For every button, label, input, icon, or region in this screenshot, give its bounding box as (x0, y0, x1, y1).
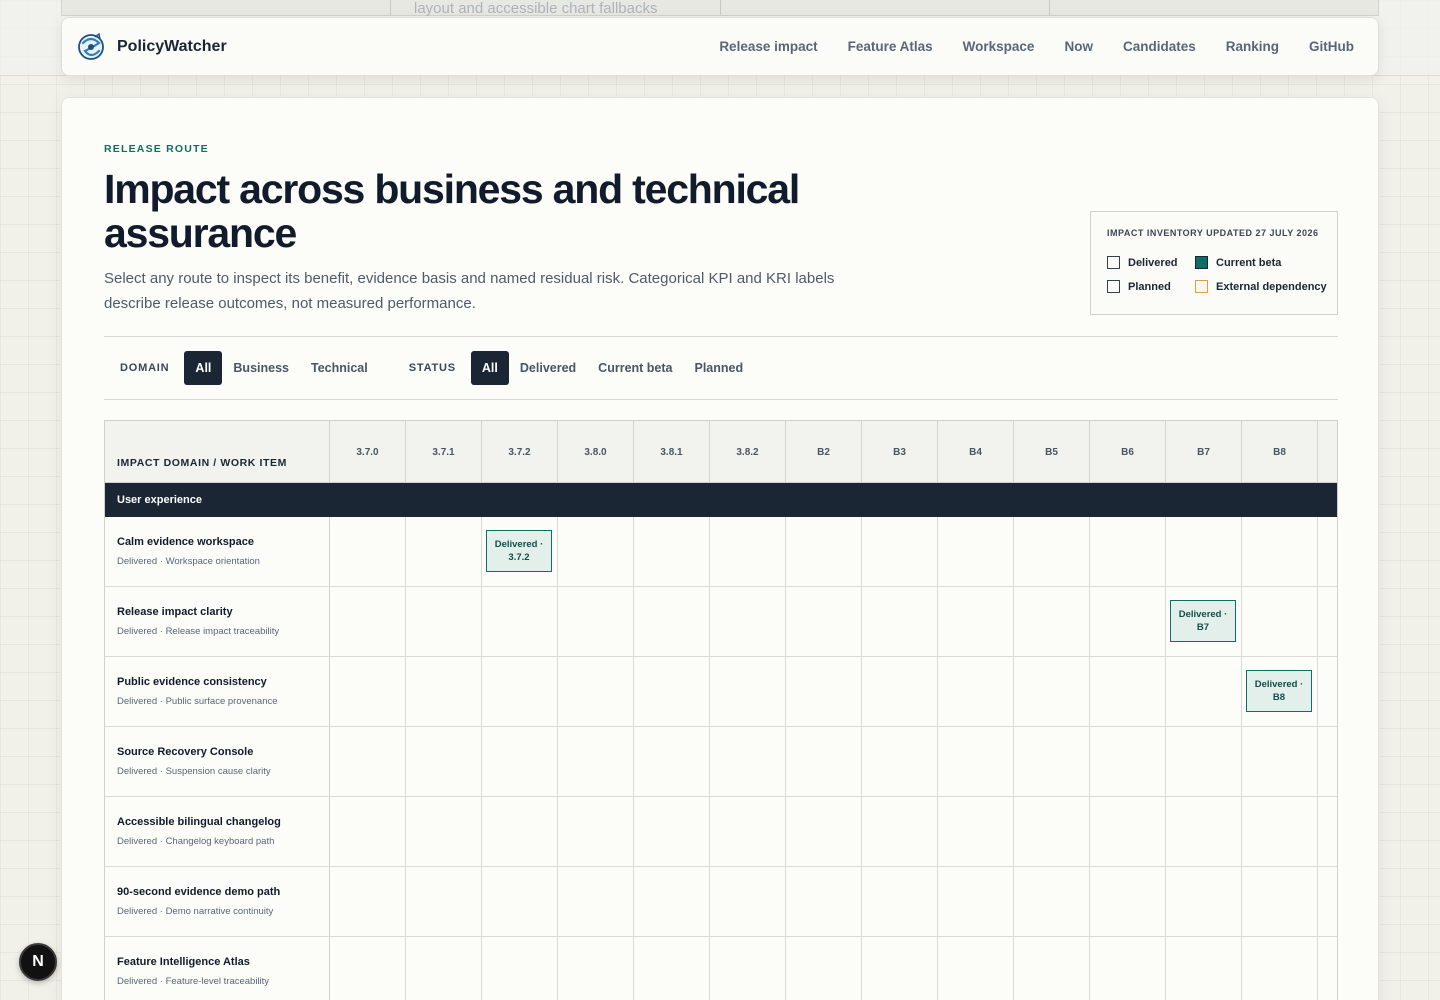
column-header[interactable]: 3.7.2 (481, 421, 557, 483)
legend-label: External dependency (1216, 280, 1327, 293)
page-title: Impact across business and technical ass… (104, 166, 800, 256)
column-header[interactable]: B4 (937, 421, 1013, 483)
filter-bar: DOMAIN All Business Technical STATUS All Deliv… (104, 351, 754, 385)
status-filter-current-beta[interactable]: Current beta (587, 351, 683, 385)
status-filter-all[interactable]: All (470, 351, 509, 385)
status-filter-label: STATUS (408, 362, 456, 374)
impact-matrix: IMPACT DOMAIN / WORK ITEM 3.7.0 3.7.1 3.7.… (104, 420, 1338, 1000)
background-divider (390, 0, 391, 15)
release-route-card: RELEASE ROUTE Impact across business and… (61, 97, 1379, 1000)
background-ghost-text: layout and accessible chart fallbacks (414, 0, 658, 17)
policywatcher-logo-icon[interactable] (75, 31, 107, 63)
legend-swatch-beta (1195, 256, 1208, 269)
legend-title: IMPACT INVENTORY UPDATED 27 JULY 2026 (1107, 228, 1319, 238)
legend-swatch-planned (1107, 280, 1120, 293)
work-item-row[interactable]: 90-second evidence demo path Delivered · … (105, 867, 1337, 937)
column-header[interactable]: B2 (785, 421, 861, 483)
work-item-subtitle: Delivered · Feature-level traceability (117, 976, 270, 987)
column-header[interactable]: 3.7.1 (405, 421, 481, 483)
work-item-row[interactable]: Release impact clarity Delivered · Releas… (105, 587, 1337, 657)
legend-label: Current beta (1216, 256, 1282, 269)
work-item-subtitle: Delivered · Changelog keyboard path (117, 836, 275, 847)
work-item-title: Calm evidence workspace (117, 536, 254, 548)
column-header[interactable]: B3 (861, 421, 937, 483)
column-header[interactable]: 3.8.0 (557, 421, 633, 483)
work-item-subtitle: Delivered · Suspension cause clarity (117, 766, 271, 777)
work-item-title: Accessible bilingual changelog (117, 816, 281, 828)
nav-link-feature-atlas[interactable]: Feature Atlas (848, 39, 933, 54)
work-item-row[interactable]: Source Recovery Console Delivered · Suspe… (105, 727, 1337, 797)
nav-links: Release impact Feature Atlas Workspace Now C… (689, 39, 1354, 54)
nav-link-github[interactable]: GitHub (1309, 39, 1354, 54)
nav-link-release-impact[interactable]: Release impact (719, 39, 817, 54)
brand-name[interactable]: PolicyWatcher (117, 38, 227, 56)
work-item-subtitle: Delivered · Release impact traceability (117, 626, 280, 637)
column-header[interactable]: 3.8.1 (633, 421, 709, 483)
top-nav: PolicyWatcher Release impact Feature Atla… (61, 17, 1379, 76)
legend-item-delivered: Delivered (1107, 256, 1195, 269)
status-chip[interactable]: Delivered · B7 (1170, 600, 1236, 642)
legend-item-ext: External dependency (1195, 280, 1327, 293)
status-filter-planned[interactable]: Planned (684, 351, 755, 385)
nav-link-workspace[interactable]: Workspace (963, 39, 1035, 54)
legend-items: Delivered Current beta Planned External dep… (1107, 256, 1327, 293)
domain-filter-business[interactable]: Business (222, 351, 300, 385)
divider (104, 336, 1338, 337)
work-item-title: Release impact clarity (117, 606, 233, 618)
divider (104, 399, 1338, 400)
work-item-title: Feature Intelligence Atlas (117, 956, 250, 968)
domain-filter-technical[interactable]: Technical (300, 351, 379, 385)
work-item-row[interactable]: Feature Intelligence Atlas Delivered · Fe… (105, 937, 1337, 1000)
nav-link-now[interactable]: Now (1064, 39, 1093, 54)
work-item-row[interactable]: Public evidence consistency Delivered · P… (105, 657, 1337, 727)
group-row: User experience (105, 483, 1337, 517)
dev-tools-badge[interactable]: N (19, 943, 57, 981)
legend-swatch-ext (1195, 280, 1208, 293)
status-chip[interactable]: Delivered · 3.7.2 (486, 530, 552, 572)
dev-badge-letter: N (32, 953, 44, 970)
matrix-first-header: IMPACT DOMAIN / WORK ITEM (117, 457, 287, 469)
column-header[interactable]: B6 (1089, 421, 1165, 483)
work-item-row[interactable]: Calm evidence workspace Delivered · Works… (105, 517, 1337, 587)
matrix-header: IMPACT DOMAIN / WORK ITEM 3.7.0 3.7.1 3.7.… (105, 421, 1337, 483)
group-label: User experience (117, 494, 202, 506)
legend-swatch-delivered (1107, 256, 1120, 269)
nav-link-ranking[interactable]: Ranking (1226, 39, 1279, 54)
background-divider (1049, 0, 1050, 15)
background-divider (720, 0, 721, 15)
work-item-title: Public evidence consistency (117, 676, 267, 688)
background-panel: layout and accessible chart fallbacks (61, 0, 1379, 17)
work-item-title: Source Recovery Console (117, 746, 254, 758)
work-item-subtitle: Delivered · Public surface provenance (117, 696, 278, 707)
legend-item-beta: Current beta (1195, 256, 1325, 269)
column-header-spacer (1317, 421, 1337, 483)
work-item-subtitle: Delivered · Workspace orientation (117, 556, 260, 567)
domain-filter-all[interactable]: All (184, 351, 223, 385)
legend-item-planned: Planned (1107, 280, 1195, 293)
impact-legend: IMPACT INVENTORY UPDATED 27 JULY 2026 De… (1090, 211, 1338, 315)
nav-link-candidates[interactable]: Candidates (1123, 39, 1196, 54)
status-filter-delivered[interactable]: Delivered (509, 351, 587, 385)
column-header[interactable]: B7 (1165, 421, 1241, 483)
legend-label: Delivered (1128, 256, 1178, 269)
domain-filter-label: DOMAIN (120, 362, 170, 374)
column-header[interactable]: B5 (1013, 421, 1089, 483)
work-item-title: 90-second evidence demo path (117, 886, 281, 898)
page-subtitle: Select any route to inspect its benefit,… (104, 270, 835, 312)
column-header[interactable]: 3.7.0 (329, 421, 405, 483)
legend-label: Planned (1128, 280, 1171, 293)
column-header[interactable]: B8 (1241, 421, 1317, 483)
column-header[interactable]: 3.8.2 (709, 421, 785, 483)
status-chip[interactable]: Delivered · B8 (1246, 670, 1312, 712)
work-item-subtitle: Delivered · Demo narrative continuity (117, 906, 274, 917)
work-item-row[interactable]: Accessible bilingual changelog Delivered … (105, 797, 1337, 867)
section-eyebrow: RELEASE ROUTE (104, 143, 209, 155)
